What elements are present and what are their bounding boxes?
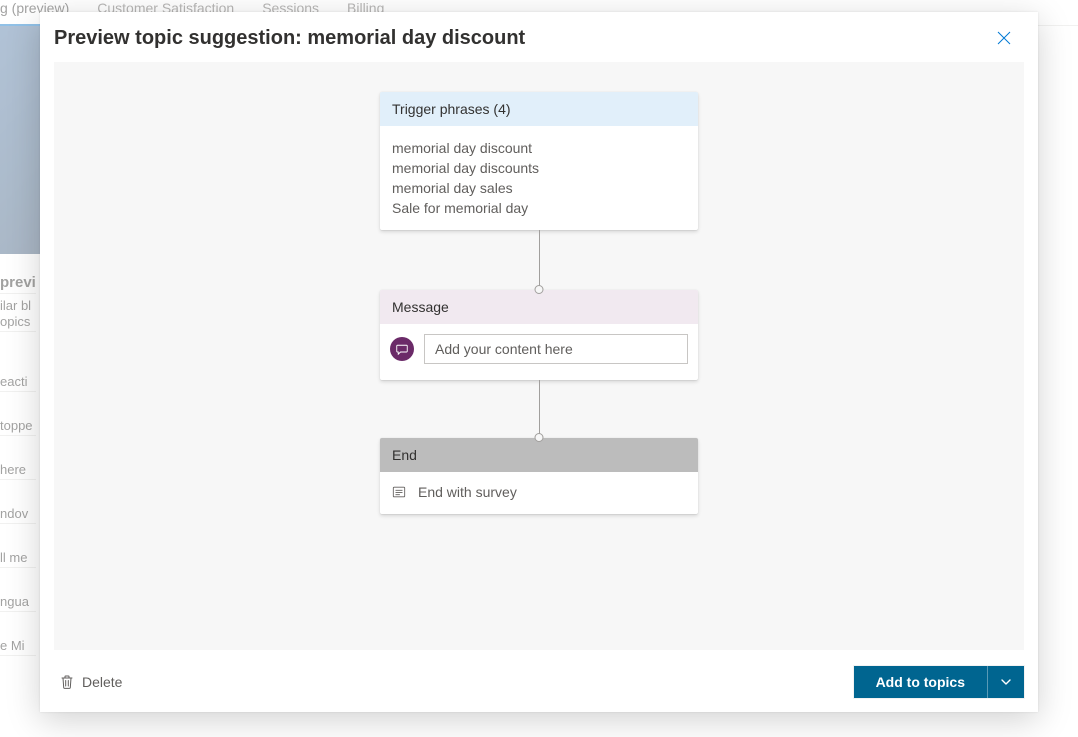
message-content-input[interactable]	[424, 334, 688, 364]
flow-node-icon	[535, 285, 544, 294]
message-card-header: Message	[380, 290, 698, 324]
close-button[interactable]	[988, 22, 1020, 54]
delete-button[interactable]: Delete	[54, 668, 128, 696]
flow-connector	[539, 380, 540, 438]
trigger-phrase: Sale for memorial day	[392, 198, 686, 218]
close-icon	[997, 31, 1011, 45]
end-card-body: End with survey	[380, 472, 698, 514]
flow-connector	[539, 230, 540, 290]
chat-bubble-icon	[390, 337, 414, 361]
modal-footer: Delete Add to topics	[40, 656, 1038, 712]
end-card[interactable]: End End with survey	[380, 438, 698, 514]
trigger-phrase: memorial day discount	[392, 138, 686, 158]
preview-topic-modal: Preview topic suggestion: memorial day d…	[40, 12, 1038, 712]
topic-flow: Trigger phrases (4) memorial day discoun…	[380, 92, 698, 514]
trigger-phrase: memorial day discounts	[392, 158, 686, 178]
message-card-body	[380, 324, 698, 380]
survey-icon	[392, 485, 406, 499]
end-card-label: End with survey	[418, 484, 517, 500]
delete-button-label: Delete	[82, 674, 122, 690]
modal-header: Preview topic suggestion: memorial day d…	[40, 12, 1038, 62]
trigger-card-body: memorial day discount memorial day disco…	[380, 126, 698, 230]
add-to-topics-button[interactable]: Add to topics	[854, 666, 987, 698]
flow-canvas: Trigger phrases (4) memorial day discoun…	[54, 62, 1024, 650]
add-to-topics-label: Add to topics	[876, 674, 965, 690]
end-card-header: End	[380, 438, 698, 472]
modal-title: Preview topic suggestion: memorial day d…	[54, 27, 525, 50]
add-to-topics-dropdown[interactable]	[987, 666, 1024, 698]
trigger-phrases-card[interactable]: Trigger phrases (4) memorial day discoun…	[380, 92, 698, 230]
chevron-down-icon	[1000, 676, 1012, 688]
trigger-phrase: memorial day sales	[392, 178, 686, 198]
flow-node-icon	[535, 433, 544, 442]
primary-button-group: Add to topics	[854, 666, 1024, 698]
message-card[interactable]: Message	[380, 290, 698, 380]
trash-icon	[60, 674, 74, 690]
trigger-card-header: Trigger phrases (4)	[380, 92, 698, 126]
